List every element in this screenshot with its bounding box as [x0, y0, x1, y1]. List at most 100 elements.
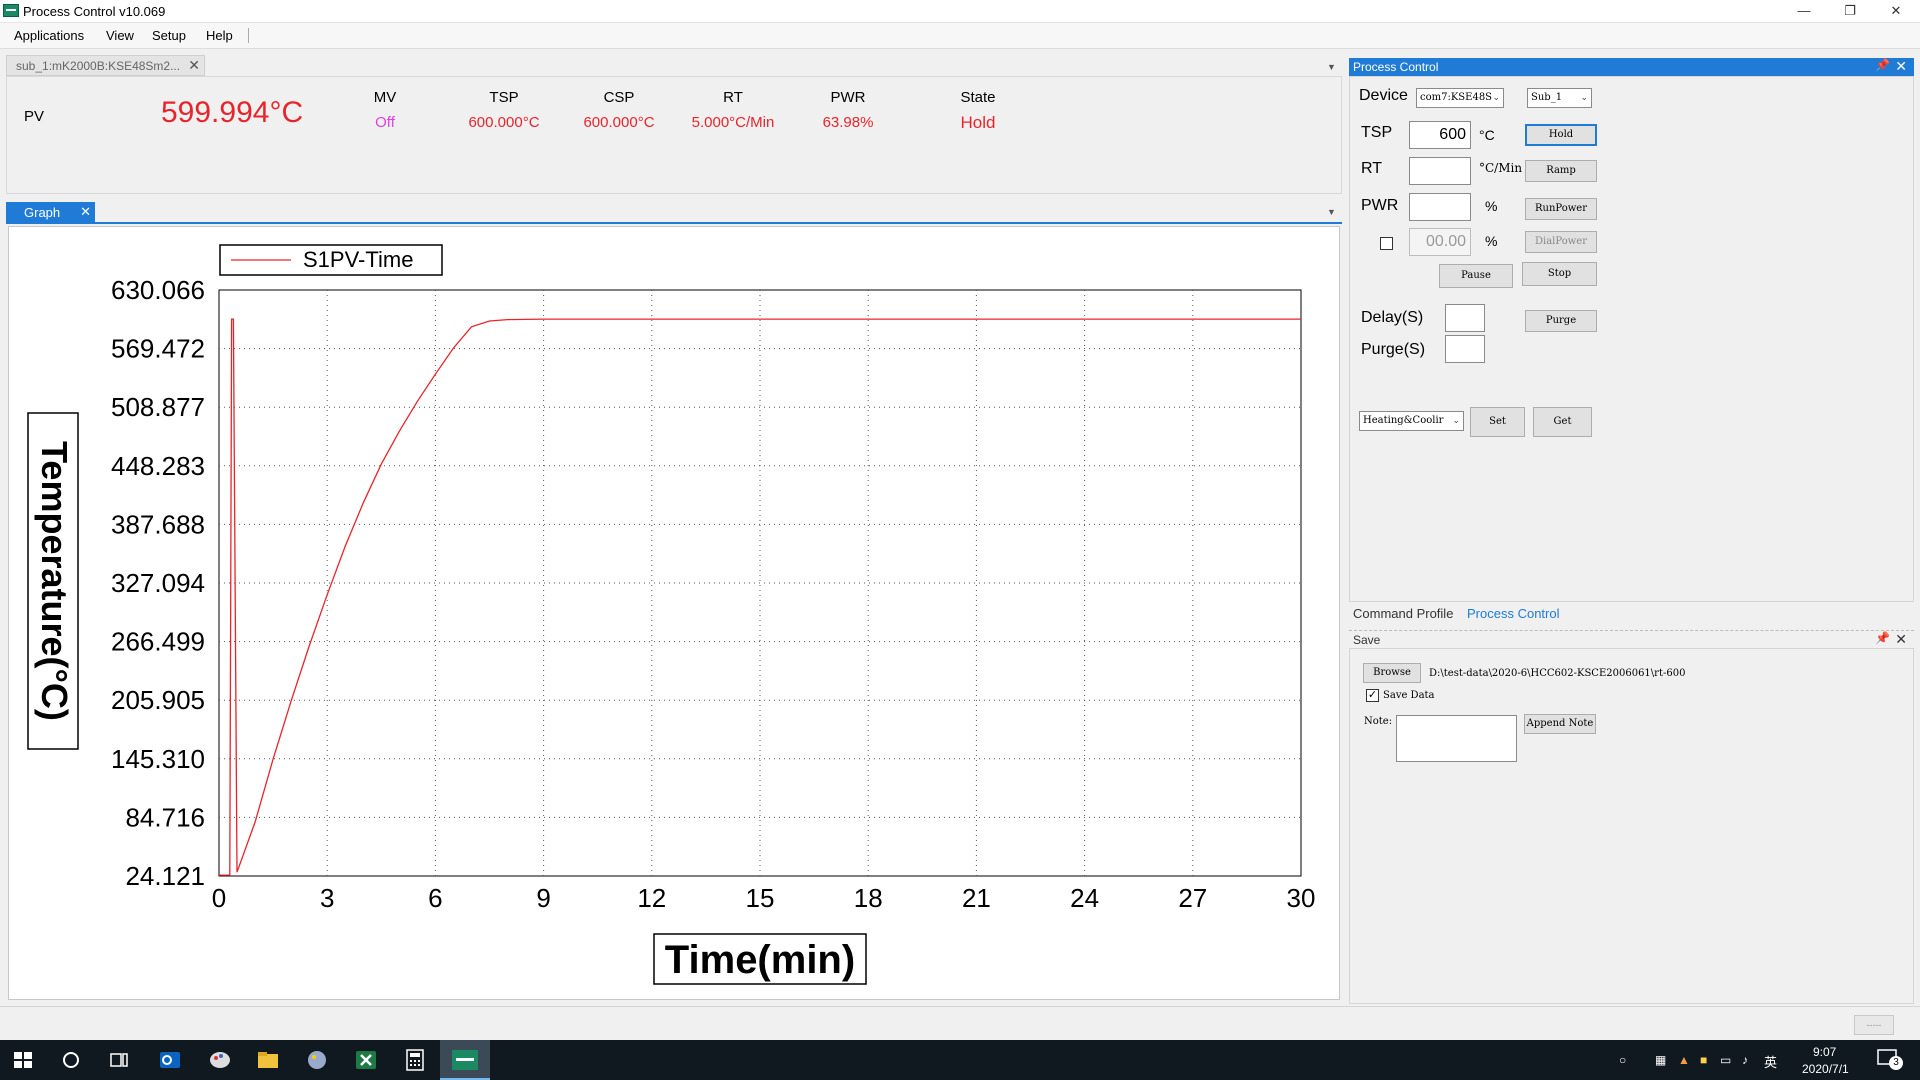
- pwr-input[interactable]: [1409, 193, 1471, 221]
- rt-label: RT: [723, 89, 743, 106]
- x-tick-label: 3: [320, 883, 334, 913]
- close-tab-icon[interactable]: ✕: [188, 57, 200, 74]
- delay-input[interactable]: [1445, 304, 1485, 332]
- chevron-down-icon: ⌄: [1492, 93, 1500, 103]
- csp-label: CSP: [603, 89, 635, 106]
- people-icon[interactable]: ○: [1619, 1053, 1626, 1067]
- clock-date[interactable]: 2020/7/1: [1802, 1062, 1849, 1076]
- temperature-chart: 0 3 6 9 12 15 18 21 24 27 30 630.066 569.472 508.877…: [27, 244, 1316, 985]
- graph-tab-label: Graph: [24, 205, 61, 220]
- notification-center[interactable]: 3: [1877, 1049, 1903, 1070]
- tab-command-profile[interactable]: Command Profile: [1353, 606, 1453, 621]
- save-header: Save 📌 ✕: [1349, 630, 1914, 648]
- outlook-icon[interactable]: [158, 1048, 182, 1072]
- menu-help[interactable]: Help: [206, 28, 233, 43]
- file-explorer-icon[interactable]: [256, 1048, 280, 1072]
- palette-icon[interactable]: [305, 1048, 329, 1072]
- get-button[interactable]: Get: [1533, 407, 1592, 437]
- tsp-input[interactable]: 600: [1409, 121, 1471, 149]
- device-document-tab[interactable]: sub_1:mK2000B:KSE48Sm2... ✕: [6, 55, 205, 76]
- hold-button[interactable]: Hold: [1525, 124, 1597, 146]
- save-path: D:\test-data\2020-6\HCC602-KSCE2006061\r…: [1429, 668, 1686, 679]
- rt-input[interactable]: [1409, 157, 1471, 185]
- pv-label: PV: [24, 108, 45, 125]
- save-title: Save: [1353, 633, 1381, 647]
- x-tick-label: 0: [212, 883, 226, 913]
- pin-icon[interactable]: 📌: [1875, 631, 1890, 645]
- dial-input[interactable]: 00.00: [1409, 228, 1471, 256]
- x-tick-label: 18: [854, 883, 883, 913]
- purge-label: Purge(S): [1361, 341, 1426, 358]
- task-view-icon[interactable]: [107, 1048, 131, 1072]
- runpower-button[interactable]: RunPower: [1525, 198, 1597, 220]
- menu-setup[interactable]: Setup: [152, 28, 186, 43]
- mode-select[interactable]: Heating&Coolir ⌄: [1359, 411, 1464, 431]
- dial-checkbox[interactable]: [1380, 237, 1393, 250]
- stop-button[interactable]: Stop: [1522, 262, 1597, 286]
- legend-label: S1PV-Time: [303, 247, 413, 272]
- x-tick-label: 30: [1287, 883, 1316, 913]
- purge-button[interactable]: Purge: [1525, 310, 1597, 332]
- tab-graph[interactable]: Graph ✕: [6, 202, 95, 223]
- browse-button[interactable]: Browse: [1363, 663, 1421, 683]
- pause-button[interactable]: Pause: [1439, 264, 1513, 288]
- process-control-title: Process Control: [1353, 60, 1439, 74]
- ramp-button[interactable]: Ramp: [1525, 160, 1597, 182]
- x-tick-labels: 0 3 6 9 12 15 18 21 24 27 30: [212, 883, 1316, 913]
- close-button[interactable]: ✕: [1873, 0, 1919, 22]
- tray-network-icon[interactable]: ▲: [1678, 1053, 1690, 1067]
- tray-app-icon[interactable]: ▦: [1655, 1053, 1666, 1067]
- close-graph-tab-icon[interactable]: ✕: [80, 204, 91, 220]
- append-note-button[interactable]: Append Note: [1524, 714, 1596, 734]
- y-tick-labels: 630.066 569.472 508.877 448.283 387.688 327.0…: [111, 275, 205, 891]
- title-bar: Process Control v10.069 — ❐ ✕: [0, 0, 1920, 23]
- y-tick-label: 387.688: [111, 509, 205, 539]
- restore-button[interactable]: ❐: [1827, 0, 1873, 22]
- status-bar: -----: [0, 1006, 1920, 1040]
- pwr-unit: %: [1485, 198, 1498, 214]
- close-panel-icon[interactable]: ✕: [1895, 631, 1907, 648]
- tray-security-icon[interactable]: ■: [1700, 1053, 1707, 1067]
- taskbar-active-app[interactable]: [440, 1040, 490, 1080]
- windows-start-icon[interactable]: [11, 1048, 35, 1072]
- device-select[interactable]: com7:KSE48S ⌄: [1416, 88, 1504, 108]
- tab-dropdown-icon[interactable]: ▼: [1327, 62, 1336, 72]
- clock-time[interactable]: 9:07: [1813, 1045, 1836, 1059]
- note-input[interactable]: [1396, 715, 1517, 762]
- x-tick-label: 6: [428, 883, 442, 913]
- process-control-app-icon: [452, 1050, 478, 1070]
- search-icon[interactable]: [59, 1048, 83, 1072]
- tab-process-control[interactable]: Process Control: [1467, 606, 1559, 621]
- network-icon[interactable]: ▭: [1720, 1053, 1731, 1067]
- close-panel-icon[interactable]: ✕: [1895, 58, 1907, 75]
- minimize-button[interactable]: —: [1781, 0, 1827, 22]
- dial-unit: %: [1485, 233, 1498, 249]
- calculator-icon[interactable]: [403, 1048, 427, 1072]
- x-tick-label: 27: [1178, 883, 1207, 913]
- menu-applications[interactable]: Applications: [14, 28, 84, 43]
- y-axis-title: Temperature(°C): [27, 412, 79, 750]
- y-tick-label: 569.472: [111, 334, 205, 364]
- status-indicator: -----: [1854, 1015, 1894, 1035]
- panel-tabs: Command Profile Process Control: [1349, 602, 1914, 624]
- notification-count: 3: [1889, 1056, 1903, 1070]
- dialpower-button[interactable]: DialPower: [1525, 231, 1597, 253]
- rt-unit: °C/Min: [1479, 161, 1523, 175]
- set-button[interactable]: Set: [1470, 407, 1525, 437]
- x-axis-title: Time(min): [653, 933, 867, 985]
- process-control-header: Process Control 📌 ✕: [1349, 58, 1914, 76]
- sub-select[interactable]: Sub_1 ⌄: [1527, 88, 1592, 108]
- pin-icon[interactable]: 📌: [1875, 58, 1890, 72]
- y-tick-label: 84.716: [125, 802, 205, 832]
- excel-icon[interactable]: [354, 1048, 378, 1072]
- purge-input[interactable]: [1445, 335, 1485, 363]
- x-tick-label: 21: [962, 883, 991, 913]
- y-tick-label: 266.499: [111, 627, 205, 657]
- ime-indicator[interactable]: 英: [1764, 1052, 1777, 1071]
- paint-icon[interactable]: [208, 1048, 232, 1072]
- save-data-checkbox[interactable]: ✓: [1366, 689, 1379, 702]
- y-tick-label: 630.066: [111, 275, 205, 305]
- menu-view[interactable]: View: [106, 28, 134, 43]
- volume-icon[interactable]: ♪: [1742, 1053, 1748, 1067]
- graph-dropdown-icon[interactable]: ▼: [1327, 207, 1336, 217]
